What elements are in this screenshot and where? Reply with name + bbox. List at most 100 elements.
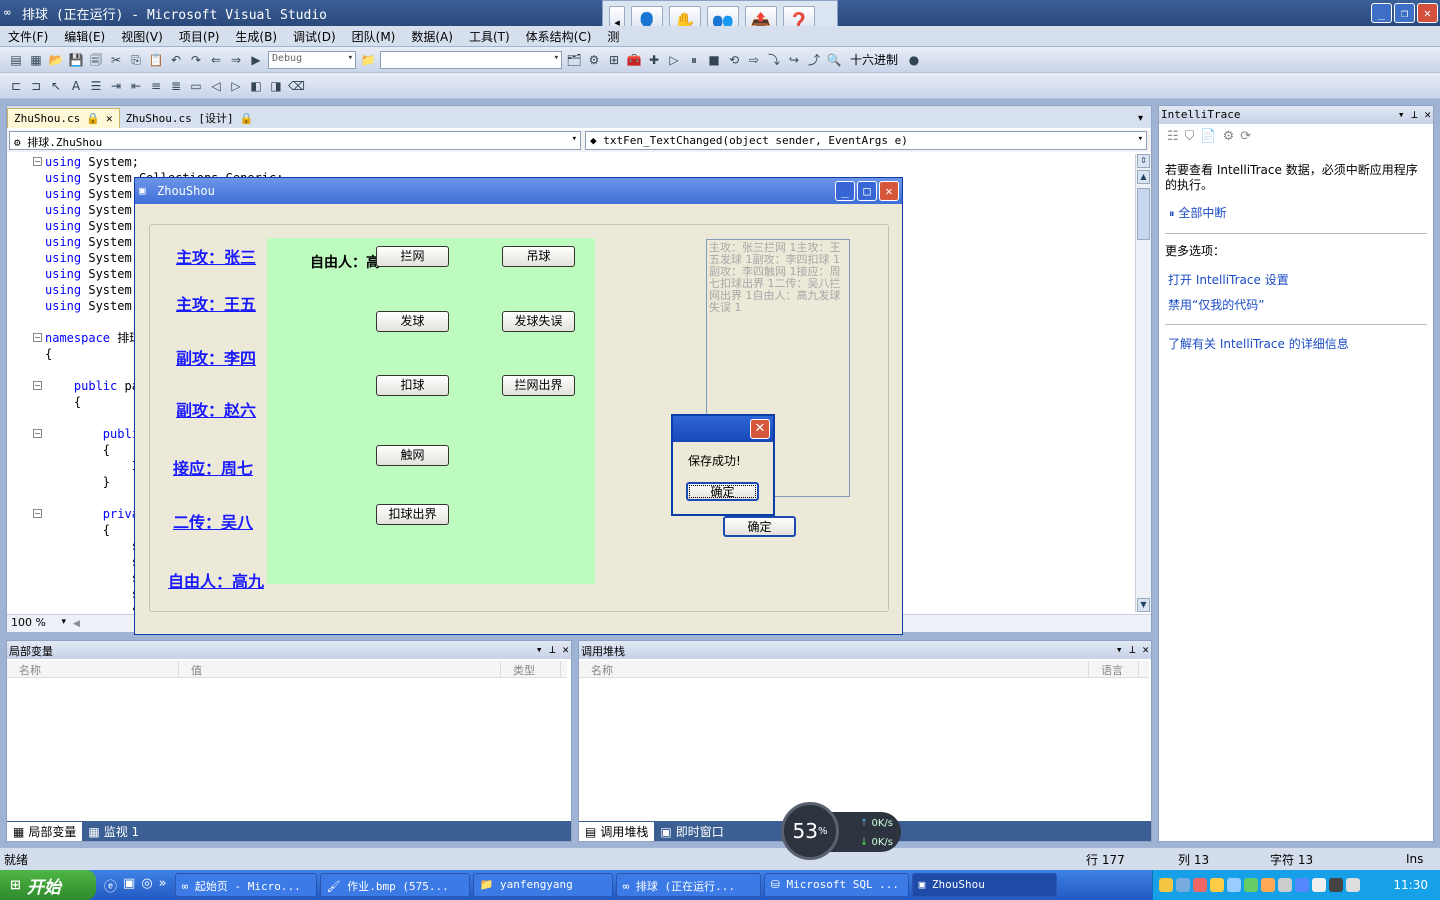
debug-restart-icon[interactable]: ⟲ [726,52,742,68]
close-icon[interactable]: ✕ [1424,108,1431,121]
find-combo[interactable] [380,50,562,69]
debug-pause-icon[interactable]: ⏸ [686,52,702,68]
find-symbol-icon[interactable]: 🔍 [826,52,842,68]
task-folder[interactable]: 📁 yanfengyang [472,873,613,897]
hex-toggle[interactable]: 十六进制 [846,51,902,68]
open-icon[interactable]: 📂 [48,52,64,68]
tray-icon[interactable] [1261,878,1275,892]
pointer-icon[interactable]: ↖ [48,78,64,94]
pin-icon[interactable]: ⊥ [549,643,556,656]
copy-icon[interactable]: ⎘ [128,52,144,68]
scroll-thumb[interactable] [1137,188,1150,240]
form-minimize-button[interactable]: _ [835,181,855,201]
step-out-icon[interactable]: ⤴ [806,52,822,68]
tab-order-icon[interactable]: ☰ [88,78,104,94]
message-box-close-button[interactable]: ✕ [750,419,770,439]
bookmark-folder-prev-icon[interactable]: ◧ [248,78,264,94]
show-next-statement-icon[interactable]: ⇨ [746,52,762,68]
clock[interactable]: 11:30 [1393,878,1440,892]
volume-icon[interactable] [1346,878,1360,892]
cut-icon[interactable]: ✂ [108,52,124,68]
col-language[interactable]: 语言 [1089,661,1139,677]
tray-icon[interactable] [1295,878,1309,892]
browser-icon[interactable]: ◎ [141,876,152,895]
bookmark-next-icon[interactable]: ▷ [228,78,244,94]
tray-icon[interactable] [1244,878,1258,892]
dropdown-icon[interactable]: ▾ [1398,108,1405,121]
tab-locals[interactable]: ▦ 局部变量 [7,822,83,841]
desktop-icon[interactable]: ▣ [123,876,135,895]
bookmark-prev-icon[interactable]: ◁ [208,78,224,94]
start-icon[interactable]: ▶ [248,52,264,68]
task-zhoushou[interactable]: ▣ ZhouShou [911,873,1057,897]
navigate-back-icon[interactable]: ⇐ [208,52,224,68]
scroll-up-icon[interactable]: ▲ [1137,170,1150,184]
comment-icon[interactable]: ≡ [148,78,164,94]
new-project-icon[interactable]: ▤ [8,52,24,68]
tray-icon[interactable] [1227,878,1241,892]
bookmark-icon[interactable]: ▭ [188,78,204,94]
player-link-6[interactable]: 二传：吴八 [173,509,253,533]
collapse-icon[interactable]: − [33,429,42,438]
vertical-scrollbar[interactable]: ⇕ ▲ ▼ [1135,154,1151,612]
font-icon[interactable]: A [68,78,84,94]
align-centers-icon[interactable]: ⊐ [28,78,44,94]
tab-dropdown-icon[interactable]: ▾ [1138,113,1151,128]
breakpoints-icon[interactable]: ● [906,52,922,68]
close-button[interactable]: ✕ [1417,3,1438,23]
menu-file[interactable]: 文件(F) [0,28,56,45]
player-link-7[interactable]: 自由人：高九 [168,568,264,592]
player-link-2[interactable]: 主攻：王五 [176,291,256,315]
col-type[interactable]: 类型 [501,661,561,677]
toolbox-icon[interactable]: 🧰 [626,52,642,68]
close-icon[interactable]: ✕ [562,643,569,656]
block-button[interactable]: 拦网 [376,246,449,267]
menu-view[interactable]: 视图(V) [113,28,171,45]
form-close-button[interactable]: ✕ [879,181,899,201]
collapse-icon[interactable]: − [33,157,42,166]
step-into-icon[interactable]: ⤵ [766,52,782,68]
menu-build[interactable]: 生成(B) [227,28,285,45]
bookmark-clear-icon[interactable]: ⌫ [288,78,305,94]
ie-icon[interactable]: ⓔ [104,876,117,895]
open-settings-link[interactable]: 打开 IntelliTrace 设置 [1168,271,1289,288]
member-select[interactable]: ◆ txtFen_TextChanged(object sender, Even… [585,131,1147,150]
spike-button[interactable]: 扣球 [376,375,449,396]
menu-debug[interactable]: 调试(D) [285,28,344,45]
restore-button[interactable]: ❐ [1394,3,1415,23]
tab-zhushou-design[interactable]: ZhuShou.cs [设计] 🔒 [120,108,260,128]
filter-icon[interactable]: ⛉ [1185,129,1195,145]
pin-icon[interactable]: ⊥ [1411,108,1418,121]
confirm-button[interactable]: 确定 [723,516,796,537]
spike-out-button[interactable]: 扣球出界 [376,504,449,525]
zoom-select[interactable]: 100 % [7,616,69,632]
tab-watch-1[interactable]: ▦ 监视 1 [82,822,145,841]
serve-error-button[interactable]: 发球失误 [502,311,575,332]
tray-icon[interactable] [1329,878,1343,892]
outdent-icon[interactable]: ⇤ [128,78,144,94]
message-ok-button[interactable]: 确定 [686,482,759,501]
uncomment-icon[interactable]: ≣ [168,78,184,94]
collapse-icon[interactable]: − [33,333,42,342]
net-touch-button[interactable]: 触网 [376,445,449,466]
open-log-icon[interactable]: 📄 [1200,129,1216,145]
debug-stop-icon[interactable]: ■ [706,52,722,68]
col-value[interactable]: 值 [179,661,501,677]
task-vs-running[interactable]: ∞ 排球 (正在运行... [615,873,761,897]
tray-icon[interactable] [1193,878,1207,892]
tray-icon[interactable] [1176,878,1190,892]
save-all-icon[interactable]: 🗐 [88,52,104,68]
solution-config-select[interactable]: Debug [268,50,356,69]
collapse-icon[interactable]: − [33,509,42,518]
task-start-page[interactable]: ∞ 起始页 - Micro... [174,873,317,897]
menu-team[interactable]: 团队(M) [344,28,404,45]
object-browser-icon[interactable]: ⊞ [606,52,622,68]
tab-immediate[interactable]: ▣ 即时窗口 [654,822,729,841]
disable-just-my-code-link[interactable]: 禁用“仅我的代码” [1168,296,1264,313]
menu-test[interactable]: 测 [599,28,627,45]
class-select[interactable]: ⚙ 排球.ZhuShou [9,131,581,150]
player-link-5[interactable]: 接应：周七 [173,455,253,479]
tray-icon[interactable] [1159,878,1173,892]
collapse-icon[interactable]: − [33,381,42,390]
scroll-down-icon[interactable]: ▼ [1137,598,1150,612]
